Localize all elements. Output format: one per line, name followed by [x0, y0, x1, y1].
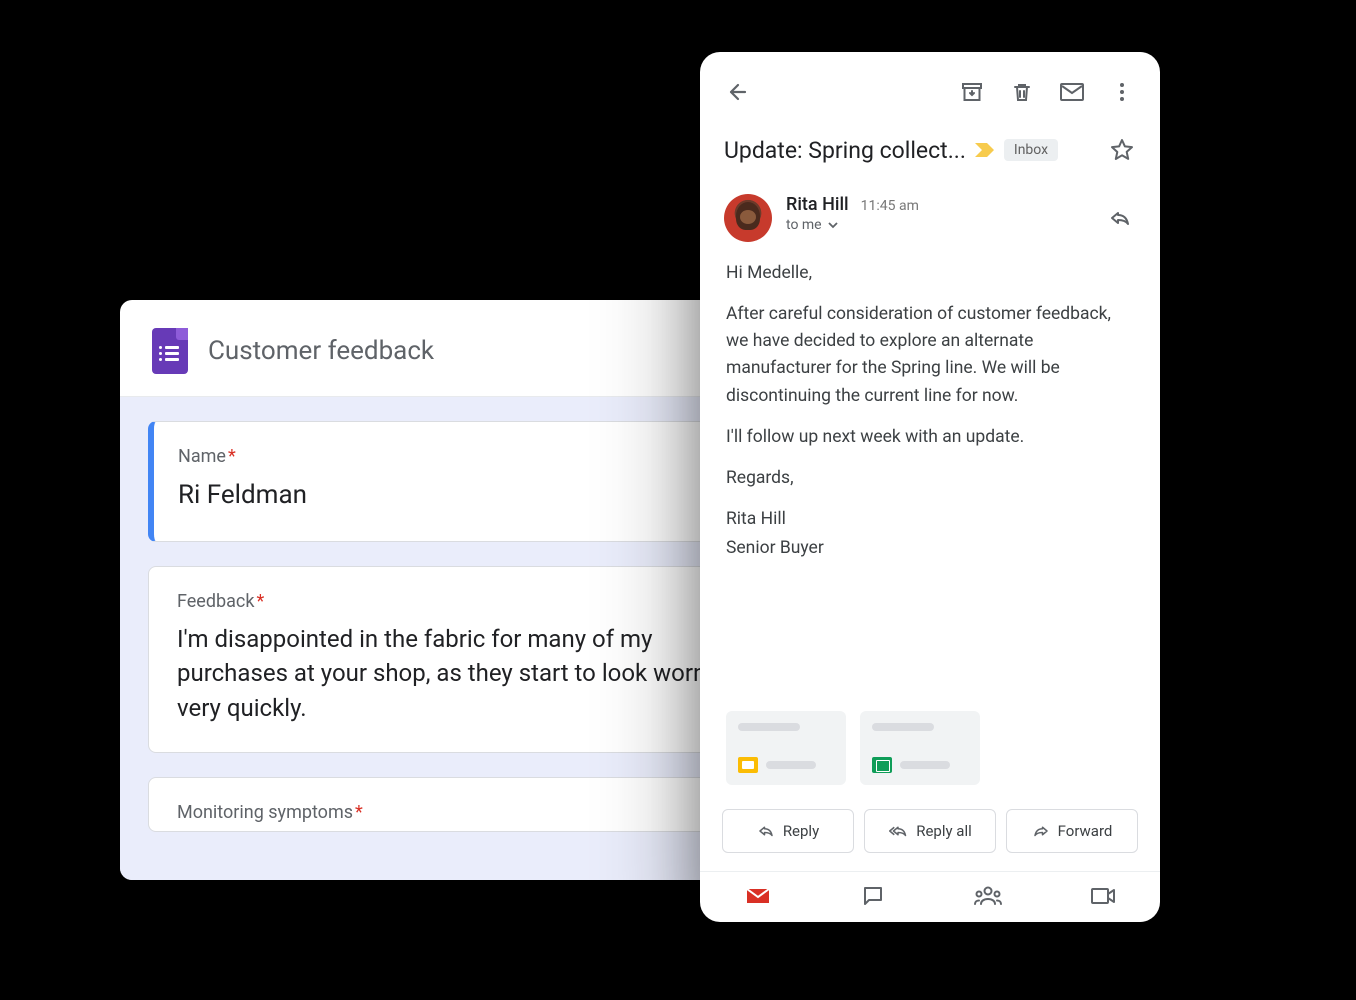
email-subject: Update: Spring collect...	[724, 137, 966, 164]
more-button[interactable]	[1102, 72, 1142, 112]
reply-icon	[757, 822, 775, 840]
forward-label: Forward	[1058, 822, 1113, 840]
arrow-left-icon	[726, 80, 750, 104]
question-label: Monitoring symptoms*	[177, 802, 723, 823]
question-label-text: Monitoring symptoms	[177, 802, 353, 823]
forms-title[interactable]: Customer feedback	[208, 336, 434, 366]
inbox-chip[interactable]: Inbox	[1004, 139, 1058, 161]
form-question-monitoring[interactable]: Monitoring symptoms*	[148, 777, 752, 832]
nav-mail[interactable]	[700, 884, 815, 908]
reply-all-button[interactable]: Reply all	[864, 809, 996, 853]
email-closing: Regards,	[726, 465, 1134, 492]
question-label-text: Name	[178, 446, 226, 467]
question-answer[interactable]: I'm disappointed in the fabric for many …	[177, 622, 723, 726]
attachment-sheets[interactable]	[860, 711, 980, 785]
slides-icon	[738, 757, 758, 773]
trash-icon	[1010, 80, 1034, 104]
reply-all-label: Reply all	[916, 822, 972, 840]
gmail-card: Update: Spring collect... Inbox Rita Hil…	[700, 52, 1160, 922]
email-paragraph: I'll follow up next week with an update.	[726, 424, 1134, 451]
mark-unread-button[interactable]	[1052, 72, 1092, 112]
sender-info: Rita Hill 11:45 am to me	[786, 194, 1086, 233]
required-asterisk: *	[355, 802, 363, 823]
sender-name: Rita Hill	[786, 194, 849, 215]
attachments-row	[700, 707, 1160, 803]
nav-chat[interactable]	[815, 884, 930, 908]
mail-filled-icon	[745, 886, 771, 906]
reply-all-icon	[888, 822, 908, 840]
email-greeting: Hi Medelle,	[726, 260, 1134, 287]
delete-button[interactable]	[1002, 72, 1042, 112]
star-button[interactable]	[1102, 130, 1142, 170]
sender-time: 11:45 am	[861, 198, 919, 214]
more-vert-icon	[1110, 80, 1134, 104]
required-asterisk: *	[228, 446, 236, 467]
sender-row: Rita Hill 11:45 am to me	[700, 186, 1160, 256]
mail-icon	[1059, 82, 1085, 102]
forms-body: Name* Ri Feldman Feedback* I'm disappoin…	[120, 397, 780, 880]
bottom-nav	[700, 871, 1160, 922]
email-body: Hi Medelle, After careful consideration …	[700, 256, 1160, 707]
back-button[interactable]	[718, 72, 758, 112]
question-answer[interactable]: Ri Feldman	[178, 477, 723, 515]
nav-meet[interactable]	[1045, 884, 1160, 908]
form-question-name[interactable]: Name* Ri Feldman	[148, 421, 752, 542]
sheets-icon	[872, 757, 892, 773]
gmail-topbar	[700, 52, 1160, 124]
recipient-dropdown[interactable]: to me	[786, 217, 1086, 233]
star-outline-icon	[1110, 138, 1134, 162]
chat-icon	[861, 884, 885, 908]
sender-avatar[interactable]	[724, 194, 772, 242]
recipient-text: to me	[786, 217, 822, 233]
archive-button[interactable]	[952, 72, 992, 112]
question-label: Name*	[178, 446, 723, 467]
forms-app-icon	[152, 328, 188, 374]
people-icon	[974, 885, 1002, 907]
video-icon	[1090, 886, 1116, 906]
signature-title: Senior Buyer	[726, 535, 1134, 562]
attachment-slides[interactable]	[726, 711, 846, 785]
question-label: Feedback*	[177, 591, 723, 612]
reply-actions: Reply Reply all Forward	[700, 803, 1160, 871]
form-question-feedback[interactable]: Feedback* I'm disappointed in the fabric…	[148, 566, 752, 753]
chevron-down-icon	[826, 218, 840, 232]
subject-row: Update: Spring collect... Inbox	[700, 124, 1160, 186]
reply-icon	[1108, 206, 1132, 230]
attachment-placeholder-bar	[738, 723, 800, 731]
required-asterisk: *	[256, 591, 264, 612]
reply-icon-button[interactable]	[1100, 198, 1140, 238]
signature-name: Rita Hill	[726, 506, 1134, 533]
archive-icon	[960, 80, 984, 104]
question-label-text: Feedback	[177, 591, 254, 612]
attachment-placeholder-bar	[900, 761, 950, 769]
attachment-placeholder-bar	[766, 761, 816, 769]
forward-button[interactable]: Forward	[1006, 809, 1138, 853]
forms-header: Customer feedback	[120, 300, 780, 397]
forms-card: Customer feedback Name* Ri Feldman Feedb…	[120, 300, 780, 880]
forward-icon	[1032, 822, 1050, 840]
email-paragraph: After careful consideration of customer …	[726, 301, 1134, 410]
attachment-placeholder-bar	[872, 723, 934, 731]
reply-label: Reply	[783, 822, 819, 840]
nav-spaces[interactable]	[930, 884, 1045, 908]
important-marker-icon[interactable]	[974, 142, 996, 158]
reply-button[interactable]: Reply	[722, 809, 854, 853]
